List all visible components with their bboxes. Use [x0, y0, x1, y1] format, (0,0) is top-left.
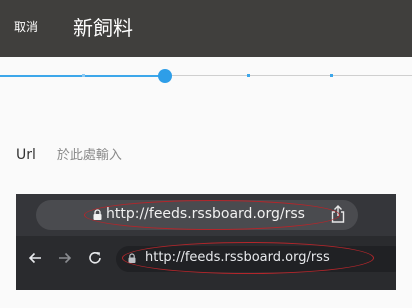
stepper-step-marker: [82, 74, 85, 77]
url-input[interactable]: [56, 147, 317, 163]
progress-stepper: [0, 68, 412, 84]
desktop-browser-bar: http://feeds.rssboard.org/rss: [16, 242, 396, 282]
highlight-ellipse: [122, 242, 374, 274]
app-bar: 取消 新飼料: [0, 0, 412, 57]
forward-arrow-icon: [59, 252, 72, 264]
stepper-remaining-line: [171, 75, 412, 76]
cancel-button[interactable]: 取消: [14, 17, 38, 37]
highlight-ellipse: [84, 200, 340, 230]
url-field-row: Url: [16, 144, 317, 166]
url-example-image: http://feeds.rssboard.org/rss http://fee…: [16, 194, 396, 290]
stepper-step-marker: [247, 74, 250, 77]
url-label: Url: [16, 147, 36, 163]
stepper-current-step: [158, 69, 172, 83]
mobile-browser-bar: http://feeds.rssboard.org/rss: [16, 194, 396, 236]
stepper-completed-line: [0, 75, 159, 77]
reload-icon: [89, 251, 101, 264]
stepper-step-marker: [330, 74, 333, 77]
page-title: 新飼料: [73, 16, 133, 40]
back-arrow-icon: [28, 252, 41, 264]
